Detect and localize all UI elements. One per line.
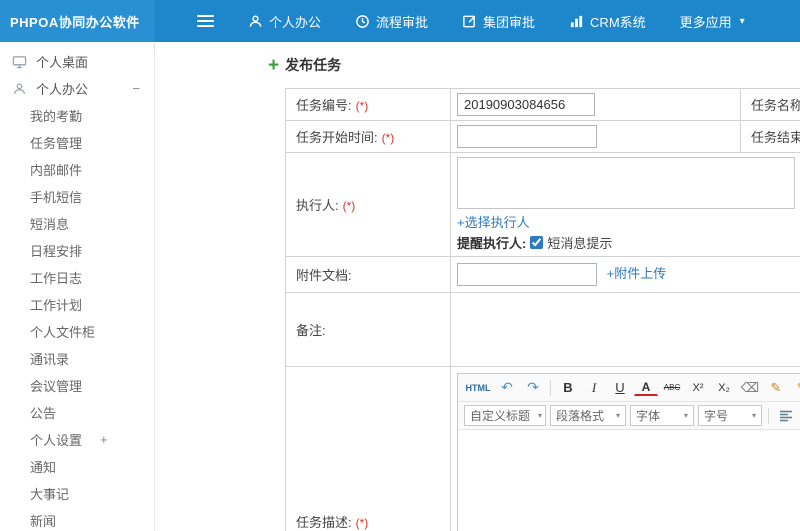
top-header: PHPOA协同办公软件 个人办公 流程审批 集团审批 CRM系统 更多应用 ▾	[0, 0, 800, 42]
remark-label: 备注:	[285, 292, 451, 367]
app-logo[interactable]: PHPOA协同办公软件	[0, 0, 155, 42]
underline-button[interactable]: U	[608, 378, 632, 398]
sidebar-item-short-message[interactable]: 短消息	[0, 210, 154, 237]
heading-select[interactable]: 自定义标题 ▾	[464, 405, 546, 426]
font-family-select[interactable]: 字体 ▾	[630, 405, 694, 426]
format-painter-button[interactable]: ✎	[764, 378, 788, 398]
subscript-button[interactable]: X₂	[712, 378, 736, 398]
italic-button[interactable]: I	[582, 378, 606, 398]
row-description: 任务描述: (*) HTML ↶ ↷ B I U A ABC X² X₂ ⌫ ✎…	[285, 366, 800, 531]
page-title-text: 发布任务	[285, 57, 342, 73]
editor-content-area[interactable]	[458, 430, 800, 531]
attachment-label: 附件文档:	[285, 256, 451, 293]
remark-textarea[interactable]	[457, 297, 800, 359]
main-panel: + 发布任务 任务编号:(*) 任务名称:(*)	[155, 42, 800, 531]
sidebar-item-notice[interactable]: 通知	[0, 453, 154, 480]
expand-icon[interactable]: +	[100, 432, 108, 447]
remove-format-button[interactable]: ⌫	[738, 378, 762, 398]
rich-text-editor: HTML ↶ ↷ B I U A ABC X² X₂ ⌫ ✎ 自定义标题 ▾ 段…	[457, 373, 800, 531]
approval-icon	[462, 14, 477, 29]
task-start-label: 任务开始时间: (*)	[285, 120, 451, 153]
sms-remind-checkbox[interactable]	[530, 236, 544, 249]
chart-icon	[569, 14, 584, 29]
sms-remind-option-label: 短消息提示	[547, 236, 613, 251]
chevron-down-icon: ▾	[615, 411, 620, 420]
sidebar-item-announcement[interactable]: 公告	[0, 399, 154, 426]
nav-crm-system[interactable]: CRM系统	[569, 12, 646, 31]
editor-toolbar-row1: HTML ↶ ↷ B I U A ABC X² X₂ ⌫ ✎	[458, 374, 800, 402]
redo-icon[interactable]: ↷	[521, 378, 545, 398]
chevron-down-icon: ▾	[683, 411, 688, 420]
row-task-number: 任务编号:(*) 任务名称:(*)	[285, 88, 800, 121]
task-name-label: 任务名称:(*)	[740, 88, 800, 121]
task-start-input[interactable]	[457, 125, 597, 148]
sidebar: 个人桌面 个人办公 − 我的考勤 任务管理 内部邮件 手机短信 短消息 日程安排…	[0, 42, 155, 531]
attachment-input[interactable]	[457, 263, 597, 287]
task-number-label: 任务编号: (*)	[285, 88, 451, 121]
sidebar-item-attendance[interactable]: 我的考勤	[0, 102, 154, 129]
nav-personal-office[interactable]: 个人办公	[248, 12, 321, 31]
task-end-label: 任务结束时间:(*)	[740, 120, 800, 153]
nav-workflow-approval[interactable]: 流程审批	[355, 12, 428, 31]
sidebar-item-personal-settings[interactable]: 个人设置 +	[0, 426, 154, 453]
undo-icon[interactable]: ↶	[495, 378, 519, 398]
sidebar-item-mobile-sms[interactable]: 手机短信	[0, 183, 154, 210]
chevron-down-icon: ▾	[739, 15, 745, 27]
strikethrough-button[interactable]: ABC	[660, 378, 684, 398]
remind-executor-label: 提醒执行人:	[457, 236, 527, 251]
sidebar-item-internal-mail[interactable]: 内部邮件	[0, 156, 154, 183]
executor-textarea[interactable]	[457, 157, 795, 209]
row-executor: 执行人: (*) +选择执行人 提醒执行人: 短消息提示	[285, 152, 800, 257]
chevron-down-icon: ▾	[751, 411, 756, 420]
desktop-icon	[12, 55, 28, 69]
sidebar-item-schedule[interactable]: 日程安排	[0, 237, 154, 264]
content-area: 个人桌面 个人办公 − 我的考勤 任务管理 内部邮件 手机短信 短消息 日程安排…	[0, 42, 800, 531]
person-icon	[248, 14, 263, 29]
sidebar-item-desktop[interactable]: 个人桌面	[0, 48, 154, 75]
sidebar-item-work-log[interactable]: 工作日志	[0, 264, 154, 291]
sidebar-item-task-management[interactable]: 任务管理	[0, 129, 154, 156]
nav-more-apps[interactable]: 更多应用 ▾	[680, 12, 745, 31]
chevron-down-icon: ▾	[538, 411, 543, 420]
font-size-select[interactable]: 字号 ▾	[698, 405, 762, 426]
publish-task-form: 任务编号:(*) 任务名称:(*) 任务开始时间:(*)	[285, 88, 800, 531]
sidebar-item-contacts[interactable]: 通讯录	[0, 345, 154, 372]
highlight-button[interactable]: ✎	[790, 378, 800, 398]
task-number-input[interactable]	[457, 93, 595, 116]
html-source-button[interactable]: HTML	[463, 378, 493, 398]
superscript-button[interactable]: X²	[686, 378, 710, 398]
row-task-time: 任务开始时间:(*) 任务结束时间:(*)	[285, 120, 800, 153]
add-icon: +	[268, 54, 280, 76]
editor-toolbar-row2: 自定义标题 ▾ 段落格式 ▾ 字体 ▾ 字号 ▾	[458, 402, 800, 430]
executor-label: 执行人: (*)	[285, 152, 451, 257]
menu-toggle-icon[interactable]	[197, 15, 214, 27]
sidebar-item-news[interactable]: 新闻	[0, 507, 154, 531]
align-left-icon[interactable]	[774, 406, 798, 426]
page-title: + 发布任务	[268, 52, 800, 78]
workflow-icon	[355, 14, 370, 29]
paragraph-format-select[interactable]: 段落格式 ▾	[550, 405, 626, 426]
font-color-button[interactable]: A	[634, 380, 658, 396]
choose-executor-link[interactable]: +选择执行人	[457, 215, 530, 230]
bold-button[interactable]: B	[556, 378, 580, 398]
top-nav: 个人办公 流程审批 集团审批 CRM系统 更多应用 ▾	[155, 0, 745, 42]
row-remark: 备注:	[285, 292, 800, 367]
attachment-upload-link[interactable]: +附件上传	[607, 266, 667, 281]
person-icon	[12, 82, 28, 96]
row-attachment: 附件文档: +附件上传	[285, 256, 800, 293]
sidebar-item-meeting-management[interactable]: 会议管理	[0, 372, 154, 399]
description-label: 任务描述: (*)	[285, 366, 451, 531]
app-root: PHPOA协同办公软件 个人办公 流程审批 集团审批 CRM系统 更多应用 ▾ …	[0, 0, 800, 531]
sidebar-item-personal-office[interactable]: 个人办公 −	[0, 75, 154, 102]
sidebar-item-work-plan[interactable]: 工作计划	[0, 291, 154, 318]
sidebar-item-events[interactable]: 大事记	[0, 480, 154, 507]
sidebar-item-file-cabinet[interactable]: 个人文件柜	[0, 318, 154, 345]
collapse-icon[interactable]: −	[132, 81, 140, 96]
nav-group-approval[interactable]: 集团审批	[462, 12, 535, 31]
